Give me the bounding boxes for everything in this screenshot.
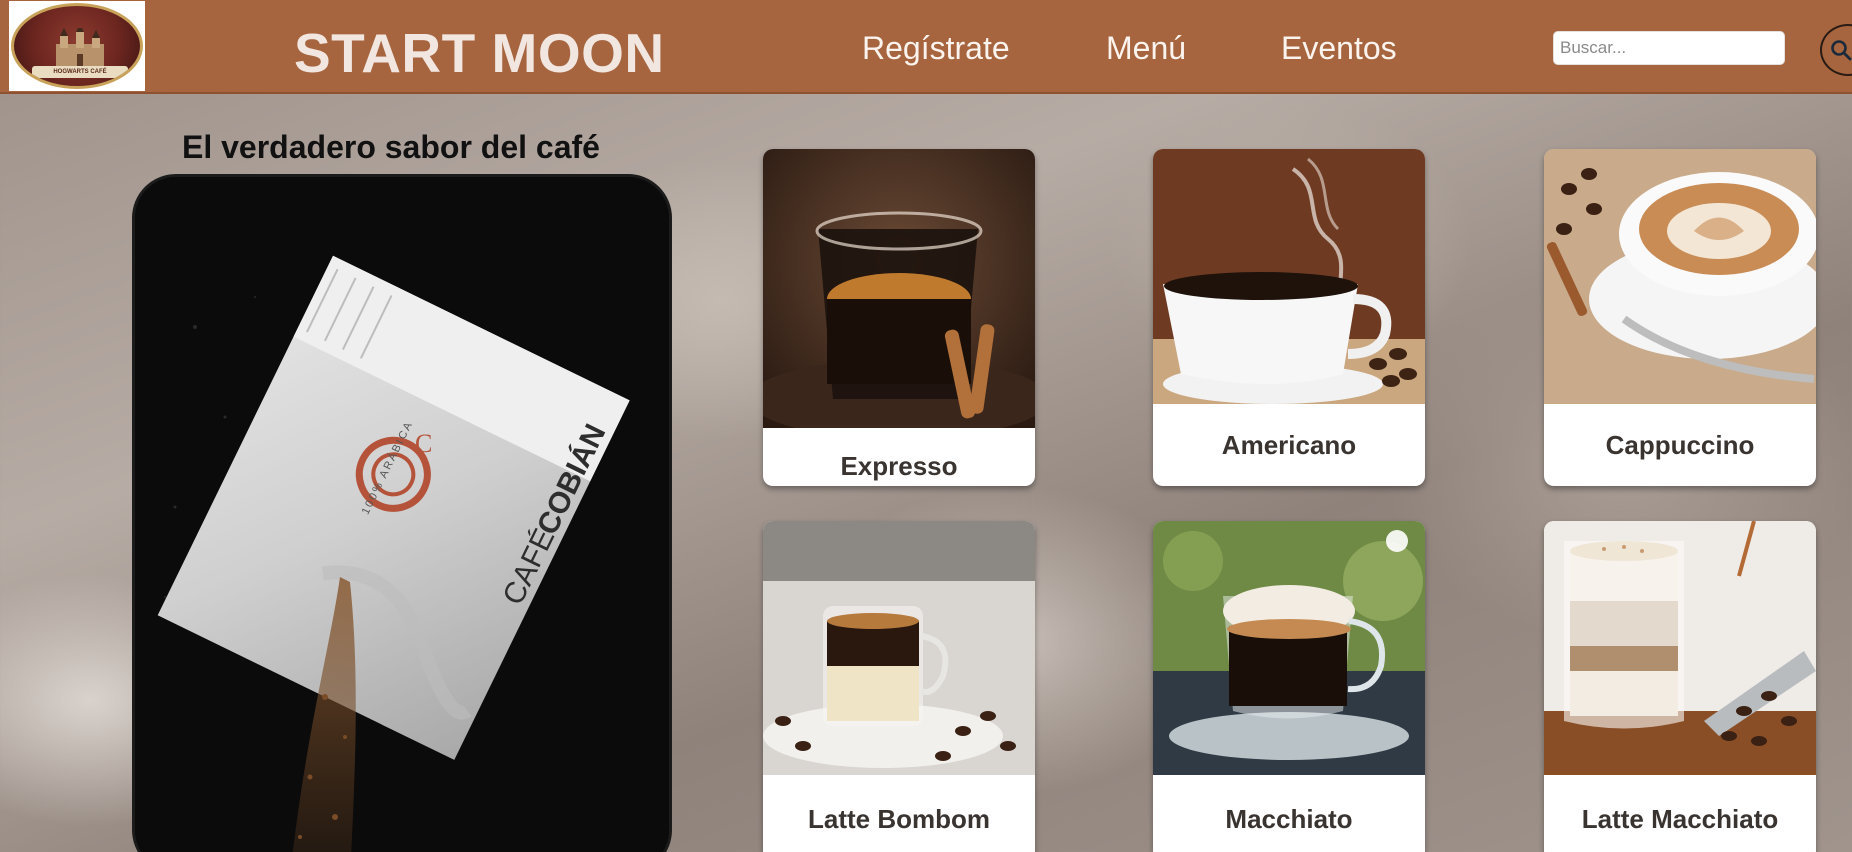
promo-title: El verdadero sabor del café: [182, 129, 600, 165]
product-card-expresso[interactable]: Expresso: [763, 149, 1035, 486]
expresso-image: [763, 149, 1035, 428]
product-name: Cappuccino: [1605, 430, 1755, 460]
nav-menu-link[interactable]: Menú: [1106, 29, 1186, 67]
product-card-latte-bombom[interactable]: Latte Bombom: [763, 521, 1035, 852]
logo-badge: HOGWARTS CAFÉ: [11, 3, 143, 89]
product-card-cappuccino[interactable]: Cappuccino: [1544, 149, 1816, 486]
nav-register-link[interactable]: Regístrate: [862, 29, 1010, 67]
product-name: Macchiato: [1225, 804, 1353, 834]
product-card-latte-macchiato[interactable]: Latte Macchiato: [1544, 521, 1816, 852]
logo[interactable]: HOGWARTS CAFÉ: [9, 1, 145, 91]
top-navbar: HOGWARTS CAFÉ START MOON Regístrate Menú…: [0, 0, 1852, 94]
product-card-americano[interactable]: Americano: [1153, 149, 1425, 486]
product-name: Latte Macchiato: [1581, 804, 1779, 834]
macchiato-image: [1153, 521, 1425, 775]
promo-image: 100% ARÁBICA CAFÉ COBIÁN C: [132, 174, 672, 852]
logo-text: HOGWARTS CAFÉ: [32, 66, 128, 78]
bag-mark: C: [415, 429, 432, 458]
product-name: Latte Bombom: [808, 804, 990, 834]
latte-macchiato-image: [1544, 521, 1816, 775]
product-card-macchiato[interactable]: Macchiato: [1153, 521, 1425, 852]
product-name: Expresso: [840, 451, 958, 481]
search-icon: [1831, 40, 1852, 61]
search-input[interactable]: [1553, 31, 1785, 65]
product-name: Americano: [1221, 430, 1357, 460]
search-button[interactable]: [1820, 24, 1852, 76]
nav-events-link[interactable]: Eventos: [1281, 29, 1397, 67]
latte-bombom-image: [763, 521, 1035, 775]
cappuccino-image: [1544, 149, 1816, 404]
brand-title: START MOON: [294, 22, 665, 84]
americano-image: [1153, 149, 1425, 404]
castle-icon: [56, 28, 104, 68]
coffee-bag-illustration: 100% ARÁBICA CAFÉ COBIÁN C: [135, 177, 669, 852]
